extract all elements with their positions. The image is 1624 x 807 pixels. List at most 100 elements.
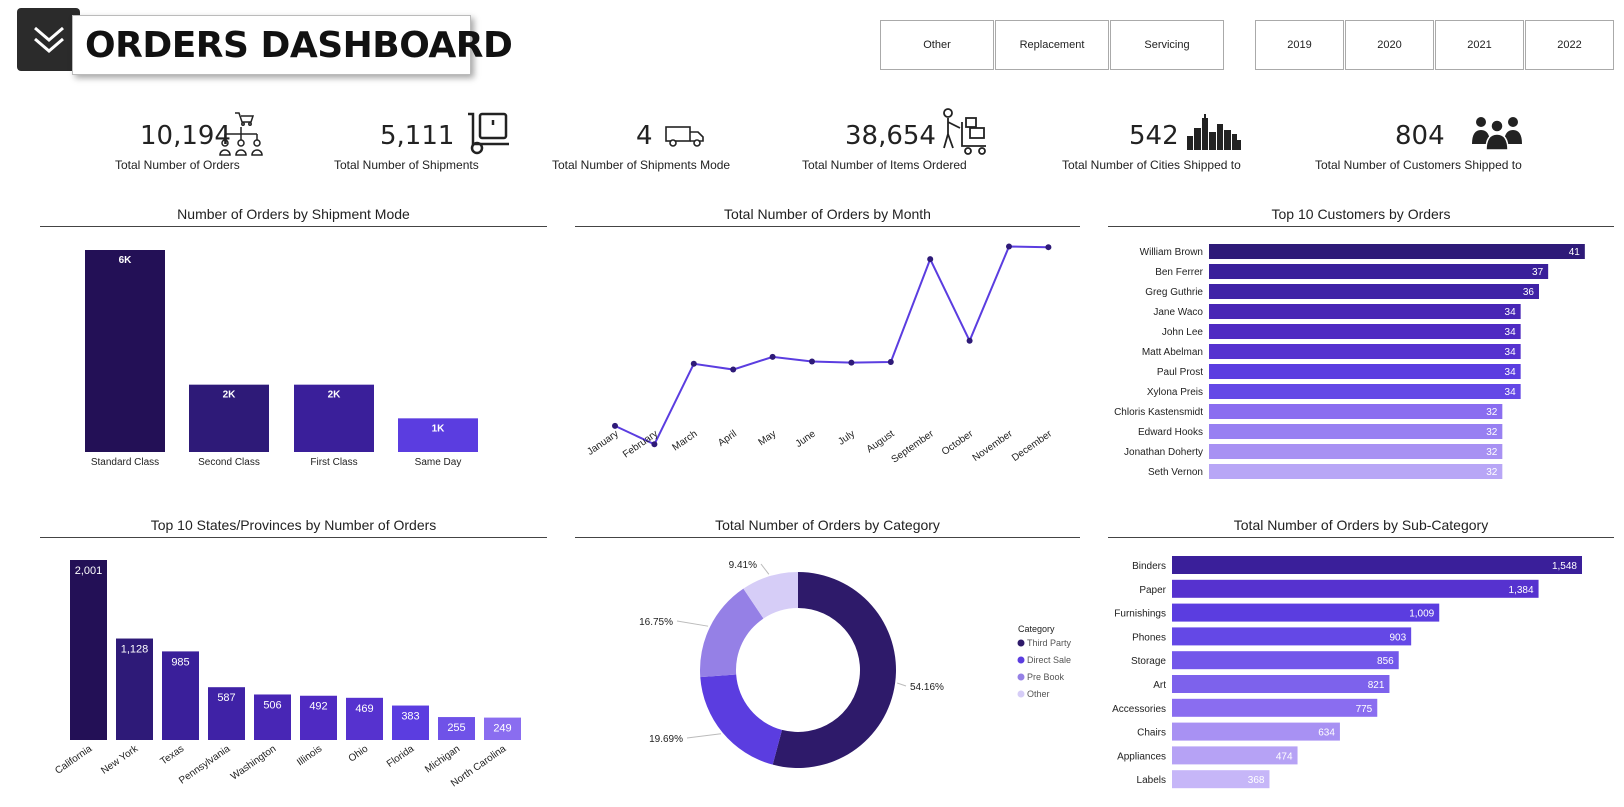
bar: [1209, 264, 1549, 279]
shipment-mode-bar-chart: 6K Standard Class 2K Second Class 2K First Cl…: [85, 250, 478, 468]
category-label: Same Day: [415, 457, 462, 468]
bar-value-label: 34: [1505, 367, 1517, 378]
category-label: Matt Abelman: [1142, 347, 1203, 358]
chart-title-sub-category: Total Number of Orders by Sub-Category: [1233, 517, 1489, 533]
bar-value-label: 34: [1505, 307, 1517, 318]
kpi-items-ordered: 38,654 Total Number of Items Ordered: [802, 108, 1002, 178]
category-label: Jane Waco: [1153, 307, 1203, 318]
bar: [1209, 444, 1503, 459]
slicer-option-2020[interactable]: 2020: [1345, 20, 1434, 70]
slicer-option-other[interactable]: Other: [880, 20, 994, 70]
title-divider: [1108, 226, 1614, 227]
bar: [1172, 722, 1340, 741]
category-label: Illinois: [295, 743, 324, 768]
bar: [1172, 627, 1412, 646]
bar-value-label: 32: [1486, 427, 1498, 438]
bar-value-label: 255: [447, 722, 465, 734]
data-point: [690, 360, 697, 367]
top-states-bar-chart: 2,001 California 1,128 New York 985 Texas 587 P…: [53, 560, 521, 789]
kpi-label: Total Number of Shipments: [334, 158, 479, 172]
slicer-option-servicing[interactable]: Servicing: [1110, 20, 1224, 70]
bar: [85, 250, 165, 452]
bar-value-label: 587: [217, 692, 235, 704]
bar-value-label: 506: [263, 699, 281, 711]
category-label: John Lee: [1162, 327, 1204, 338]
bar-value-label: 634: [1318, 728, 1335, 739]
collapse-nav-button[interactable]: [17, 8, 80, 71]
data-point: [612, 422, 618, 429]
title-card: ORDERS DASHBOARD: [72, 15, 513, 75]
category-label: Michigan: [423, 743, 462, 775]
category-label: Binders: [1132, 561, 1166, 572]
bar-value-label: 1,009: [1409, 609, 1434, 620]
legend-marker: [1017, 656, 1025, 664]
bar-value-label: 1,548: [1552, 561, 1577, 572]
category-label: Art: [1153, 680, 1166, 691]
bar-value-label: 32: [1486, 407, 1498, 418]
x-tick-label: October: [940, 428, 976, 458]
category-label: Labels: [1137, 775, 1166, 786]
x-tick-label: September: [890, 428, 937, 465]
title-divider: [575, 226, 1080, 227]
title-divider: [40, 537, 547, 538]
leader-line: [760, 563, 770, 575]
orders-by-month-line-chart: January February March April May June July Augu…: [585, 243, 1055, 466]
bar-value-label: 32: [1486, 447, 1498, 458]
top-customers-bar-chart: William Brown 41 Ben Ferrer 37 Greg Guthrie 3…: [1114, 244, 1585, 479]
slicer-option-2021[interactable]: 2021: [1435, 20, 1524, 70]
category-label: Florida: [385, 743, 417, 770]
x-tick-label: April: [716, 428, 739, 448]
bar: [1172, 675, 1390, 693]
bar: [1209, 384, 1521, 399]
category-label: Jonathan Doherty: [1124, 447, 1203, 458]
slicer-option-2022[interactable]: 2022: [1525, 20, 1614, 70]
x-tick-label: December: [1010, 428, 1055, 464]
legend-label: Other: [1027, 689, 1050, 699]
bar: [1172, 651, 1399, 670]
bar: [1209, 284, 1539, 299]
data-point: [966, 337, 973, 344]
x-tick-label: January: [585, 428, 620, 457]
bar-value-label: 1K: [432, 423, 446, 434]
city-skyline-icon: [1187, 114, 1241, 150]
slicer-option-replacement[interactable]: Replacement: [995, 20, 1109, 70]
data-point: [927, 256, 934, 263]
x-tick-label: July: [836, 428, 857, 447]
donut-slice: [700, 674, 782, 765]
category-label: William Brown: [1140, 247, 1203, 258]
data-point: [1006, 243, 1012, 250]
slice-value-label: 54.16%: [910, 682, 944, 693]
bar-value-label: 821: [1368, 680, 1385, 691]
title-divider: [40, 226, 547, 227]
bar: [1209, 344, 1521, 359]
category-label: Chloris Kastensmidt: [1114, 407, 1203, 418]
title-divider: [1108, 537, 1614, 538]
bar-value-label: 1,128: [121, 644, 149, 656]
legend-title: Category: [1018, 624, 1055, 634]
leader-line: [686, 733, 722, 739]
category-label: Greg Guthrie: [1145, 287, 1203, 298]
x-tick-label: June: [794, 428, 818, 450]
bar: [1209, 304, 1521, 319]
category-label: Storage: [1131, 656, 1166, 667]
x-tick-label: August: [865, 428, 897, 455]
category-label: Ben Ferrer: [1155, 267, 1203, 278]
bar-value-label: 32: [1486, 467, 1498, 478]
slicer-option-2019[interactable]: 2019: [1255, 20, 1344, 70]
category-label: Seth Vernon: [1148, 467, 1203, 478]
worker-cart-icon: [943, 108, 986, 155]
chart-title-orders-by-month: Total Number of Orders by Month: [724, 206, 931, 222]
legend-marker: [1017, 673, 1025, 681]
data-point: [769, 353, 776, 360]
category-label: Pennsylvania: [177, 743, 232, 786]
bar-value-label: 1,384: [1509, 585, 1534, 596]
kpi-customers-shipped: 804 Total Number of Customers Shipped to: [1315, 108, 1545, 178]
data-point: [848, 359, 855, 366]
kpi-value: 5,111: [380, 121, 455, 151]
slice-value-label: 16.75%: [639, 617, 673, 628]
people-group-icon: [1472, 117, 1522, 150]
category-label: Second Class: [198, 457, 260, 468]
year-slicer: 2019 2020 2021 2022: [1255, 20, 1615, 70]
legend-marker: [1017, 690, 1025, 698]
kpi-total-shipments: 5,111 Total Number of Shipments: [334, 108, 524, 178]
